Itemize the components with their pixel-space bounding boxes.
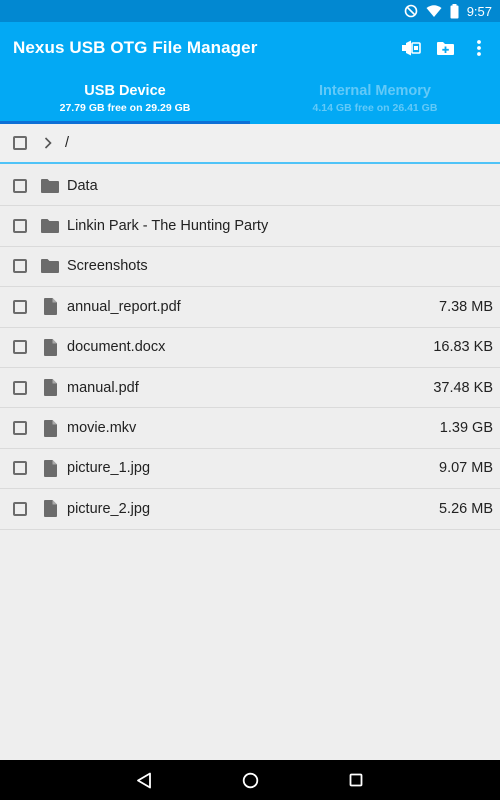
item-name: manual.pdf xyxy=(67,379,139,396)
item-name: movie.mkv xyxy=(67,420,137,437)
file-icon xyxy=(41,459,59,477)
toolbar: Nexus USB OTG File Manager xyxy=(0,22,500,74)
overflow-menu-icon[interactable] xyxy=(468,37,490,59)
do-not-disturb-icon xyxy=(404,4,418,18)
row-checkbox[interactable] xyxy=(13,501,27,516)
tab-internal-memory[interactable]: Internal Memory 4.14 GB free on 26.41 GB xyxy=(250,74,500,124)
file-row[interactable]: picture_1.jpg 9.07 MB xyxy=(0,449,500,490)
item-name: Linkin Park - The Hunting Party xyxy=(67,218,269,235)
file-row[interactable]: document.docx 16.83 KB xyxy=(0,328,500,368)
row-checkbox[interactable] xyxy=(13,421,27,436)
folder-row[interactable]: Data xyxy=(0,166,500,207)
item-size: 5.26 MB xyxy=(439,500,493,517)
app-bar: Nexus USB OTG File Manager USB Device 27… xyxy=(0,22,500,124)
file-list: Data Linkin Park - The Hunting Party Scree… xyxy=(0,166,500,530)
item-size: 16.83 KB xyxy=(433,339,493,356)
wifi-icon xyxy=(426,4,442,18)
row-checkbox[interactable] xyxy=(13,299,27,314)
home-icon[interactable] xyxy=(240,770,260,790)
row-checkbox[interactable] xyxy=(13,259,27,274)
tab-storage-info: 27.79 GB free on 29.29 GB xyxy=(59,102,191,114)
folder-icon xyxy=(41,259,59,274)
item-size: 7.38 MB xyxy=(439,298,493,315)
row-checkbox[interactable] xyxy=(13,178,27,193)
row-checkbox[interactable] xyxy=(13,219,27,234)
new-folder-icon[interactable] xyxy=(434,37,456,59)
folder-icon xyxy=(41,219,59,234)
tab-label: USB Device xyxy=(84,83,166,99)
item-name: Screenshots xyxy=(67,258,148,275)
row-checkbox[interactable] xyxy=(13,340,27,355)
item-name: annual_report.pdf xyxy=(67,298,181,315)
select-all-checkbox[interactable] xyxy=(13,136,27,150)
tab-label: Internal Memory xyxy=(319,83,431,99)
item-size: 1.39 GB xyxy=(439,420,493,437)
path-bar: / xyxy=(0,124,500,164)
navigation-bar xyxy=(0,760,500,800)
file-icon xyxy=(41,298,59,316)
back-icon[interactable] xyxy=(134,770,154,790)
recents-icon[interactable] xyxy=(346,770,366,790)
item-name: picture_1.jpg xyxy=(67,460,151,477)
swap-storage-icon[interactable] xyxy=(400,37,422,59)
battery-icon xyxy=(450,3,459,19)
row-checkbox[interactable] xyxy=(13,461,27,476)
file-row[interactable]: movie.mkv 1.39 GB xyxy=(0,408,500,449)
file-row[interactable]: annual_report.pdf 7.38 MB xyxy=(0,287,500,328)
file-row[interactable]: picture_2.jpg 5.26 MB xyxy=(0,489,500,530)
folder-icon xyxy=(41,178,59,193)
row-checkbox[interactable] xyxy=(13,380,27,395)
status-time: 9:57 xyxy=(466,3,492,19)
folder-row[interactable]: Screenshots xyxy=(0,247,500,288)
item-name: Data xyxy=(67,177,98,194)
folder-row[interactable]: Linkin Park - The Hunting Party xyxy=(0,206,500,247)
chevron-right-icon xyxy=(44,137,54,149)
app-title: Nexus USB OTG File Manager xyxy=(13,38,258,57)
tab-storage-info: 4.14 GB free on 26.41 GB xyxy=(312,102,438,114)
file-icon xyxy=(41,379,59,397)
toolbar-actions xyxy=(400,37,500,59)
current-path[interactable]: / xyxy=(65,135,69,151)
item-size: 9.07 MB xyxy=(439,460,493,477)
file-icon xyxy=(41,338,59,356)
tab-usb-device[interactable]: USB Device 27.79 GB free on 29.29 GB xyxy=(0,74,250,124)
status-bar: 9:57 xyxy=(0,0,500,22)
file-icon xyxy=(41,419,59,437)
item-name: picture_2.jpg xyxy=(67,500,151,517)
item-size: 37.48 KB xyxy=(433,379,493,396)
storage-tabs: USB Device 27.79 GB free on 29.29 GB Int… xyxy=(0,74,500,124)
file-row[interactable]: manual.pdf 37.48 KB xyxy=(0,368,500,409)
item-name: document.docx xyxy=(67,339,166,356)
file-icon xyxy=(41,500,59,518)
